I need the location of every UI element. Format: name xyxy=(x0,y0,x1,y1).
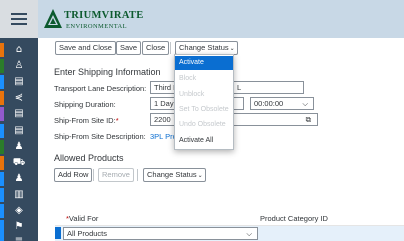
allowed-products-title: Allowed Products xyxy=(54,153,124,163)
duration-days-input-tail[interactable] xyxy=(234,97,244,110)
flag-icon: ⚑ xyxy=(14,221,24,232)
required-marker: * xyxy=(115,116,119,125)
save-and-close-button[interactable]: Save and Close xyxy=(55,41,116,55)
rail-item-color-stripe xyxy=(0,43,4,57)
ship-from-site-id-text: Ship-From Site ID: xyxy=(54,116,116,125)
section-title: Enter Shipping Information xyxy=(54,67,161,77)
shipping-duration-label: Shipping Duration: xyxy=(54,100,116,109)
rail-item-color-stripe xyxy=(0,140,4,154)
rail-item-chart[interactable]: ▥ xyxy=(0,188,38,202)
rail-item-color-stripe xyxy=(0,220,4,234)
car-icon: ⛟ xyxy=(12,157,26,168)
chevron-down-icon: ⌄ xyxy=(197,173,203,179)
ship-from-site-id-input-tail[interactable]: ⧉ xyxy=(234,113,318,126)
rail-item-document[interactable]: ▤ xyxy=(0,75,38,89)
left-nav-rail: ⌂ ♙ ▤ ⋞ ▤ ▤ ♟ ⛟ ♟ ▥ ◈ ⚑ ≡ xyxy=(0,0,38,241)
rail-item-color-stripe xyxy=(0,124,4,138)
ship-from-site-desc-link[interactable]: 3PL Pro xyxy=(150,132,177,141)
rail-item-color-stripe xyxy=(0,59,4,73)
rail-item-color-stripe xyxy=(0,75,4,89)
cube-icon: ◈ xyxy=(15,205,23,216)
menu-item-block[interactable]: Block xyxy=(175,72,233,86)
valid-for-value: All Products xyxy=(67,229,108,238)
clipboard-icon: ▤ xyxy=(14,108,24,119)
products-change-status-label: Change Status xyxy=(147,170,197,179)
change-status-label: Change Status xyxy=(179,43,229,52)
menu-item-unblock[interactable]: Unblock xyxy=(175,88,233,102)
duration-days-input[interactable]: 1 Day( xyxy=(150,97,174,110)
hamburger-icon xyxy=(11,13,27,25)
rail-item-cube[interactable]: ◈ xyxy=(0,204,38,218)
value-help-icon[interactable]: ⧉ xyxy=(306,114,311,125)
close-button[interactable]: Close xyxy=(142,41,170,55)
people-icon: ♟ xyxy=(14,141,24,152)
company-logo: TRIUMVIRATE ENVIRONMENTAL xyxy=(43,6,144,34)
group-icon: ♟ xyxy=(14,173,24,184)
menu-item-set-to-obsolete[interactable]: Set To Obsolete xyxy=(175,103,233,117)
add-row-button[interactable]: Add Row xyxy=(54,168,93,182)
menu-item-activate-all[interactable]: Activate All xyxy=(175,134,233,148)
triangle-logo-icon xyxy=(44,9,62,28)
row-selection-indicator[interactable] xyxy=(55,227,61,239)
ship-from-site-id-label: Ship-From Site ID:* xyxy=(54,116,119,125)
products-change-status-button[interactable]: Change Status ⌄ xyxy=(143,168,206,182)
rail-item-more[interactable]: ≡ xyxy=(0,234,38,241)
rail-item-people[interactable]: ♟ xyxy=(0,140,38,154)
menu-item-undo-obsolete[interactable]: Undo Obsolete xyxy=(175,118,233,132)
rail-item-group[interactable]: ♟ xyxy=(0,172,38,186)
rail-item-color-stripe xyxy=(0,234,4,241)
valid-for-select[interactable]: All Products ⌵ xyxy=(63,227,258,240)
logo-text-line2: ENVIRONMENTAL xyxy=(66,23,128,30)
rail-item-color-stripe xyxy=(0,204,4,218)
products-table-header: *Valid For Product Category ID xyxy=(55,212,404,226)
duration-time-value: 00:00:00 xyxy=(254,99,284,108)
rail-item-color-stripe xyxy=(0,107,4,121)
col-valid-for: *Valid For xyxy=(66,214,98,223)
rail-item-color-stripe xyxy=(0,156,4,170)
rail-item-list[interactable]: ▤ xyxy=(0,124,38,138)
ship-from-site-desc-label: Ship-From Site Description: xyxy=(54,132,146,141)
hamburger-menu-button[interactable] xyxy=(0,0,38,38)
logo-text-line1: TRIUMVIRATE xyxy=(64,10,144,21)
duration-time-select[interactable]: 00:00:00 ⌵ xyxy=(250,97,314,110)
more-icon: ≡ xyxy=(14,235,24,241)
rail-item-share[interactable]: ⋞ xyxy=(0,91,38,105)
rail-item-color-stripe xyxy=(0,188,4,202)
col-valid-for-label: Valid For xyxy=(68,214,99,223)
toolbar-separator xyxy=(93,169,94,181)
change-status-button[interactable]: Change Status ⌄ xyxy=(175,41,238,55)
rail-item-briefcase[interactable]: ⌂ xyxy=(0,43,38,57)
briefcase-icon: ⌂ xyxy=(15,44,23,55)
transport-lane-label: Transport Lane Description: xyxy=(54,84,147,93)
chart-icon: ▥ xyxy=(14,189,24,200)
change-status-menu: Activate Block Unblock Set To Obsolete Undo … xyxy=(174,54,234,150)
rail-item-user[interactable]: ♙ xyxy=(0,59,38,73)
chevron-down-icon: ⌵ xyxy=(302,99,308,108)
document-icon: ▤ xyxy=(14,76,24,87)
chevron-down-icon: ⌵ xyxy=(246,229,252,238)
col-product-category: Product Category ID xyxy=(260,214,328,223)
rail-item-flag[interactable]: ⚑ xyxy=(0,220,38,234)
table-row[interactable]: All Products ⌵ xyxy=(55,226,404,241)
rail-item-color-stripe xyxy=(0,91,4,105)
toolbar-separator xyxy=(170,42,171,54)
rail-item-color-stripe xyxy=(0,172,4,186)
user-icon: ♙ xyxy=(14,60,24,71)
share-icon: ⋞ xyxy=(14,92,24,103)
ship-from-site-id-input[interactable]: 2200 xyxy=(150,113,174,126)
save-button[interactable]: Save xyxy=(116,41,142,55)
transport-lane-input-tail[interactable]: L xyxy=(234,81,304,94)
header-bar: TRIUMVIRATE ENVIRONMENTAL xyxy=(38,0,404,38)
list-icon: ▤ xyxy=(14,125,24,136)
transport-lane-input[interactable]: Third P xyxy=(150,81,174,94)
rail-item-clipboard[interactable]: ▤ xyxy=(0,107,38,121)
app-window: ⌂ ♙ ▤ ⋞ ▤ ▤ ♟ ⛟ ♟ ▥ ◈ ⚑ ≡ TRIUMVIRATE ENVIRONMENTAL … xyxy=(0,0,404,241)
toolbar-separator xyxy=(137,169,138,181)
remove-button[interactable]: Remove xyxy=(98,168,134,182)
menu-item-activate[interactable]: Activate xyxy=(175,56,233,70)
rail-item-car[interactable]: ⛟ xyxy=(0,156,38,170)
